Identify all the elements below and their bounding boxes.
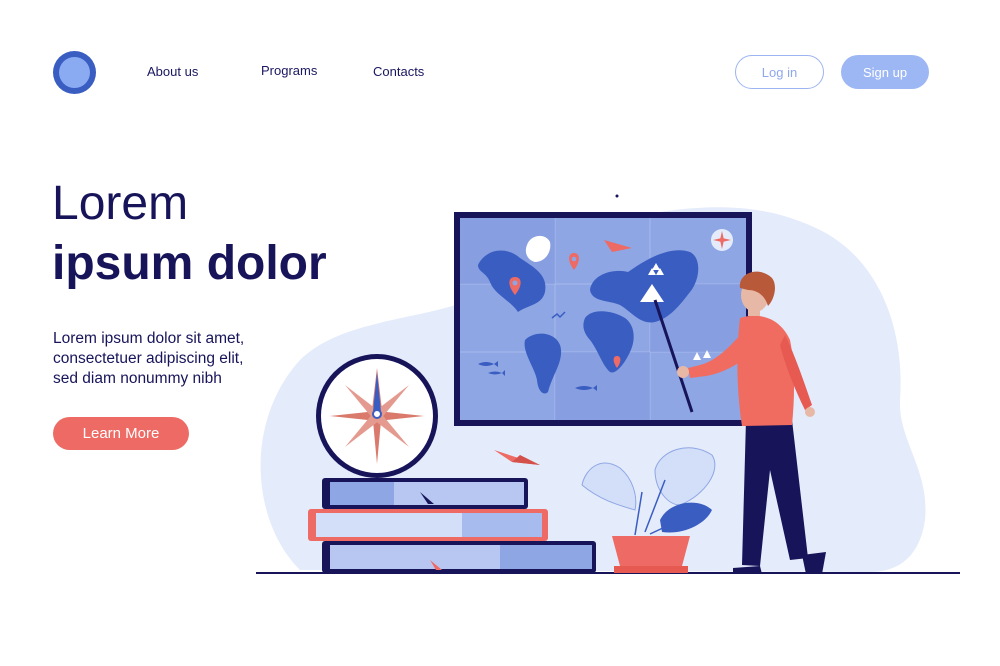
hero-illustration [256,194,960,574]
dot [615,194,619,198]
world-map-board [454,212,752,426]
compass-icon [316,354,438,478]
